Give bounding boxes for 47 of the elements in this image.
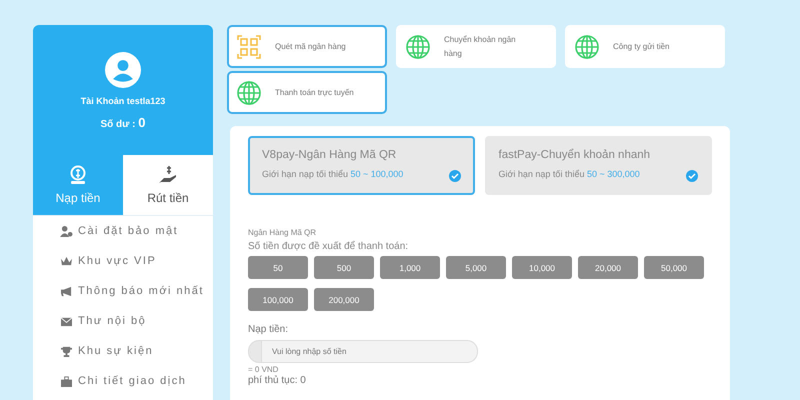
amount-button[interactable]: 200,000	[314, 288, 374, 311]
amount-button[interactable]: 50,000	[644, 256, 704, 279]
menu-item[interactable]: Chi tiết giao dịch	[33, 366, 213, 396]
check-icon	[686, 170, 698, 182]
envelope-icon	[60, 316, 73, 326]
fee-value: 0	[300, 375, 306, 386]
hand-dollar-icon	[157, 165, 179, 185]
channel-title: Ngân Hàng Mã QR	[248, 228, 318, 237]
amount-input-field[interactable]: Vui lòng nhập số tiền	[248, 340, 478, 363]
briefcase-icon	[60, 376, 73, 386]
menu-item[interactable]: Thư nội bộ	[33, 306, 213, 336]
user-icon	[60, 226, 73, 236]
payment-method-card[interactable]: Công ty gửi tiền	[565, 25, 725, 68]
globe-icon	[237, 80, 261, 104]
amount-button[interactable]: 500	[314, 256, 374, 279]
crown-icon	[60, 256, 73, 266]
payment-channel-card[interactable]: fastPay-Chuyển khoản nhanh Giới hạn nạp tối thiểu 50 ~ 300,000	[484, 136, 712, 195]
menu-item[interactable]: Thông báo mới nhất	[33, 276, 213, 306]
fee-label: phí thủ tục:	[248, 375, 298, 386]
converted-amount: = 0 VND	[248, 365, 280, 374]
payment-method-card[interactable]: Quét mã ngân hàng	[227, 25, 387, 68]
coin-icon	[68, 165, 88, 185]
payment-channel-card[interactable]: V8pay-Ngân Hàng Mã QR Giới hạn nạp tối thiểu 50 ~ 100,000	[248, 136, 474, 195]
menu-item[interactable]: Cài đặt bảo mật	[33, 216, 213, 246]
payment-method-card[interactable]: Thanh toán trực tuyến	[227, 71, 387, 114]
megaphone-icon	[60, 286, 73, 296]
balance-value: 0	[138, 115, 146, 130]
account-name: Tài Khoản testla123	[80, 96, 166, 106]
globe-icon	[406, 34, 430, 58]
menu-item[interactable]: Khu sự kiện	[33, 336, 213, 366]
amount-button[interactable]: 100,000	[248, 288, 308, 311]
trophy-icon	[60, 346, 73, 356]
amount-button[interactable]: 10,000	[512, 256, 572, 279]
sidebar-tab[interactable]: Nạp tiền	[33, 155, 123, 215]
avatar-icon	[105, 52, 141, 88]
amounts-label: Số tiền được đề xuất để thanh toán:	[248, 241, 410, 252]
amount-button[interactable]: 5,000	[446, 256, 506, 279]
qr-code-icon	[237, 34, 261, 58]
menu-item[interactable]: Khu vực VIP	[33, 246, 213, 276]
globe-icon	[575, 34, 599, 58]
deposit-label: Nạp tiền:	[248, 324, 290, 335]
payment-method-card[interactable]: Chuyển khoản ngân hàng	[396, 25, 556, 68]
amount-button[interactable]: 1,000	[380, 256, 440, 279]
amount-button[interactable]: 20,000	[578, 256, 638, 279]
balance-label: Số dư :	[100, 119, 136, 130]
amount-button[interactable]: 50	[248, 256, 308, 279]
check-icon	[448, 170, 460, 182]
